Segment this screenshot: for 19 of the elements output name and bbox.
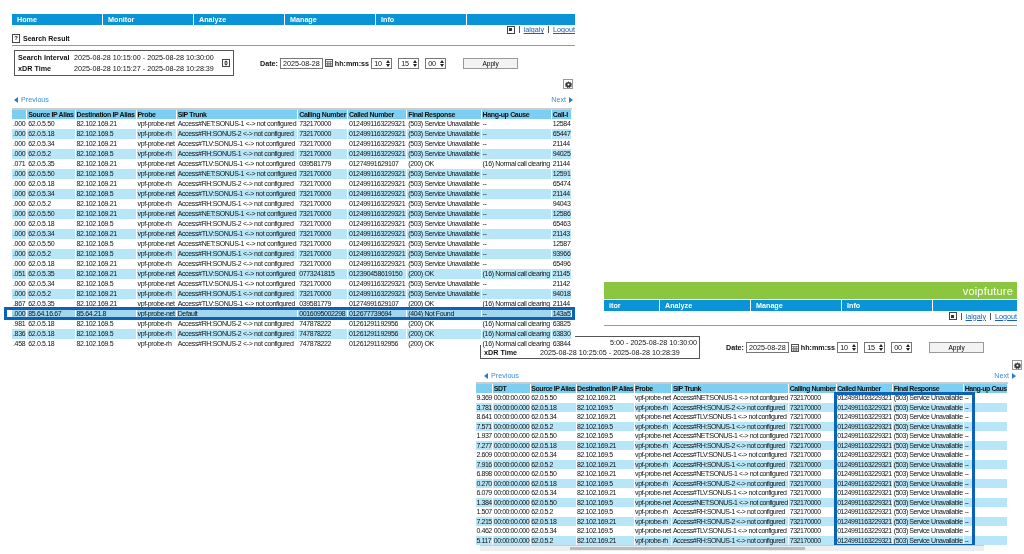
up-down-icon — [413, 59, 418, 67]
calendar-icon[interactable] — [790, 343, 799, 352]
up-down-icon — [440, 59, 445, 67]
square-icon[interactable] — [948, 312, 957, 320]
caret-left-icon — [484, 372, 488, 379]
settings-icon[interactable] — [563, 79, 573, 89]
up-down-icon — [879, 344, 884, 351]
caret-right-icon — [569, 96, 573, 103]
up-down-icon — [852, 344, 857, 351]
up-down-icon — [906, 344, 911, 351]
settings-icon[interactable] — [1012, 360, 1022, 370]
expand-icon[interactable] — [222, 59, 230, 67]
logo: voipfuture — [962, 284, 1013, 297]
caret-right-icon — [1012, 372, 1016, 379]
calendar-icon[interactable] — [324, 59, 333, 67]
up-down-icon — [386, 59, 391, 67]
square-icon[interactable] — [506, 25, 515, 34]
caret-left-icon — [14, 96, 18, 103]
scrollbar[interactable] — [480, 545, 984, 551]
